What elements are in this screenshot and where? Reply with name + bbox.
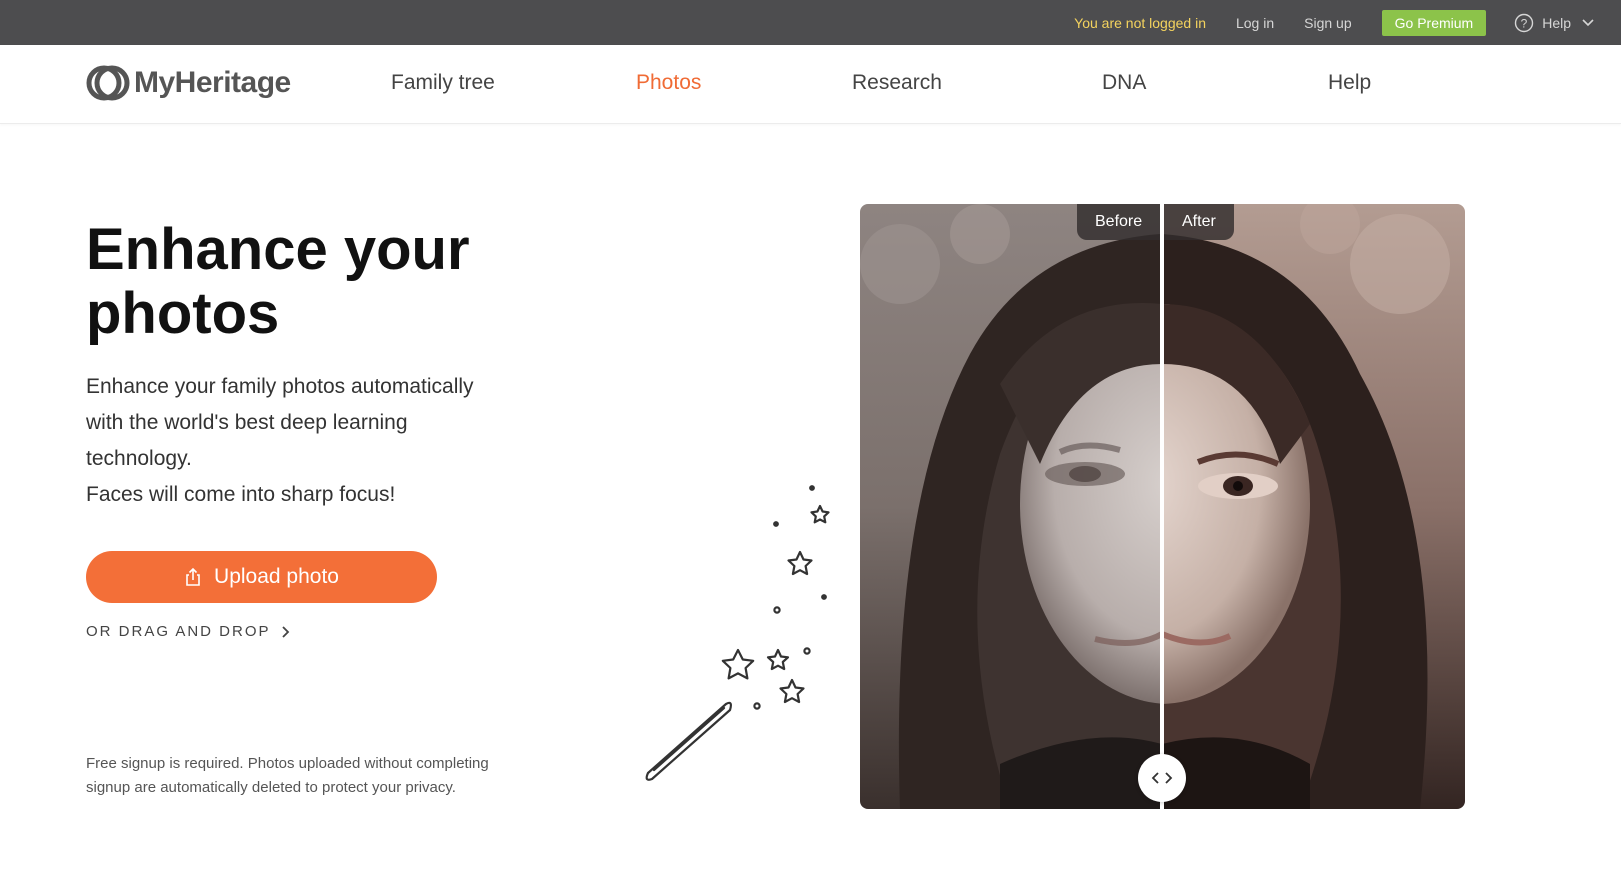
comparison-divider[interactable] bbox=[1160, 204, 1164, 809]
signup-link[interactable]: Sign up bbox=[1304, 15, 1351, 31]
before-after-comparison[interactable]: Before After bbox=[860, 204, 1465, 809]
upload-icon bbox=[186, 567, 200, 586]
drag-and-drop-label: OR DRAG AND DROP bbox=[86, 623, 271, 640]
nav-dna[interactable]: DNA bbox=[1102, 71, 1146, 95]
help-menu-label: Help bbox=[1542, 14, 1571, 31]
page-title-line-2: photos bbox=[86, 281, 280, 346]
comparison-slider-handle[interactable] bbox=[1138, 754, 1186, 802]
nav-research[interactable]: Research bbox=[852, 71, 942, 95]
myheritage-logo[interactable]: MyHeritage bbox=[86, 65, 291, 101]
question-circle-icon: ? bbox=[1515, 13, 1534, 32]
login-status-notice: You are not logged in bbox=[1074, 14, 1206, 31]
privacy-disclaimer-line-1: Free signup is required. Photos uploaded… bbox=[86, 755, 489, 772]
help-menu[interactable]: ? Help bbox=[1514, 13, 1595, 33]
privacy-disclaimer: Free signup is required. Photos uploaded… bbox=[86, 752, 526, 800]
top-utility-bar: You are not logged in Log in Sign up Go … bbox=[0, 0, 1621, 45]
upload-photo-button[interactable]: Upload photo bbox=[86, 551, 437, 603]
nav-help[interactable]: Help bbox=[1328, 71, 1371, 95]
privacy-disclaimer-line-2: signup are automatically deleted to prot… bbox=[86, 779, 456, 796]
chevron-right-icon bbox=[281, 625, 289, 638]
svg-text:?: ? bbox=[1521, 16, 1528, 30]
hero-description-line-4: Faces will come into sharp focus! bbox=[86, 483, 396, 506]
hero-description-line-1: Enhance your family photos automatically bbox=[86, 375, 474, 398]
before-label: Before bbox=[1077, 204, 1161, 240]
hero-description-line-2: with the world's best deep learning bbox=[86, 411, 408, 434]
drag-and-drop-link[interactable]: OR DRAG AND DROP bbox=[86, 623, 291, 640]
hero-description: Enhance your family photos automatically… bbox=[86, 369, 546, 513]
chevron-down-icon bbox=[1582, 18, 1594, 26]
magic-wand-illustration bbox=[645, 485, 830, 781]
after-label: After bbox=[1164, 204, 1234, 240]
main-navigation: MyHeritage Family tree Photos Research D… bbox=[0, 45, 1621, 124]
nav-photos[interactable]: Photos bbox=[636, 71, 701, 95]
nav-family-tree[interactable]: Family tree bbox=[391, 71, 495, 95]
page-title-line-1: Enhance your bbox=[86, 217, 470, 282]
logo-wordmark: MyHeritage bbox=[134, 66, 291, 99]
myheritage-logo-icon bbox=[86, 65, 130, 101]
login-link[interactable]: Log in bbox=[1236, 15, 1274, 31]
chevron-left-right-icon bbox=[1151, 772, 1173, 784]
upload-photo-label: Upload photo bbox=[214, 565, 339, 588]
hero-description-line-3: technology. bbox=[86, 447, 192, 470]
page-title: Enhance your photos bbox=[86, 218, 546, 346]
go-premium-button[interactable]: Go Premium bbox=[1381, 9, 1487, 36]
